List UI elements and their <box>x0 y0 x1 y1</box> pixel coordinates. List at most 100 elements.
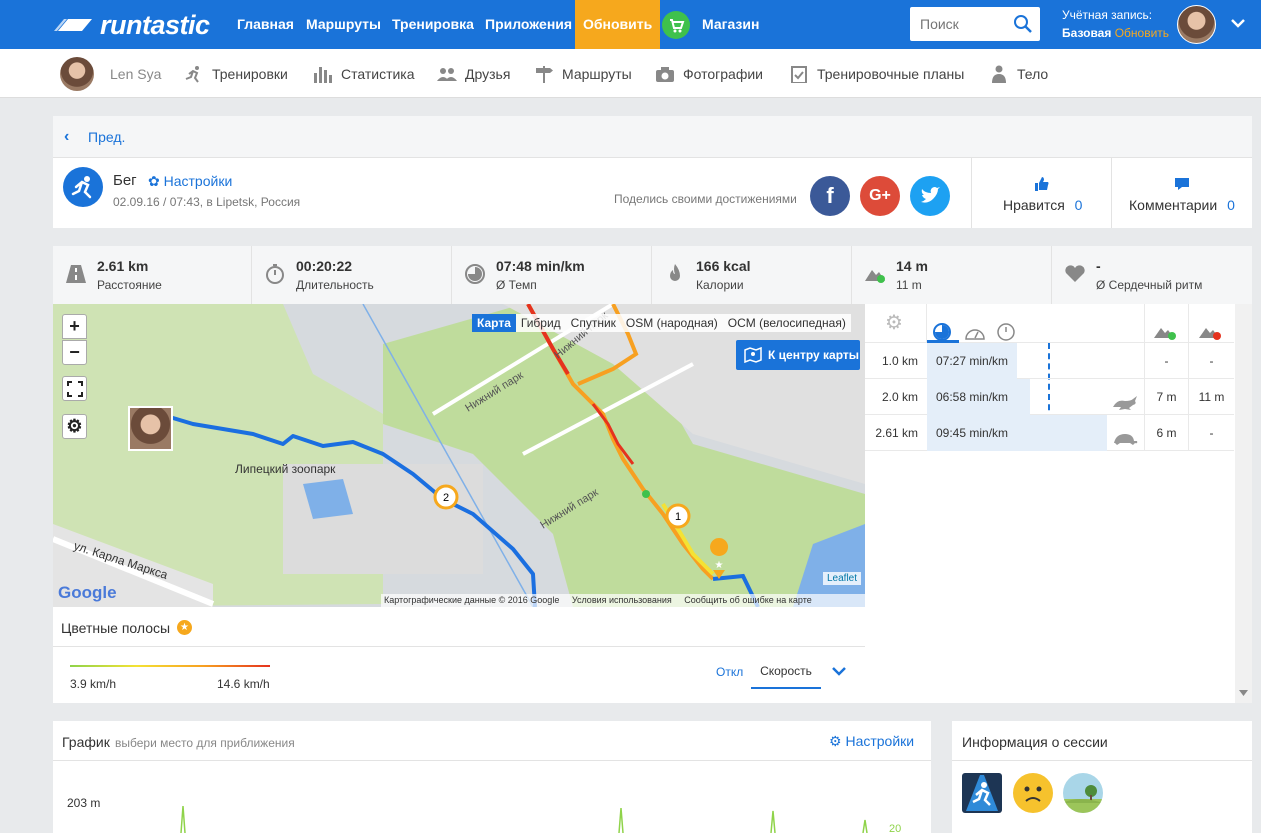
center-map-button[interactable]: К центру карты <box>736 340 860 370</box>
elevation-graph[interactable] <box>53 796 931 833</box>
profile-name[interactable]: Len Sya <box>110 49 161 98</box>
map-type-hybrid[interactable]: Гибрид <box>516 314 566 332</box>
map-type-satellite[interactable]: Спутник <box>566 314 621 332</box>
split-pace: 06:58 min/km <box>936 390 1009 404</box>
flame-icon <box>670 264 680 281</box>
subnav-friends[interactable]: Друзья <box>437 49 510 98</box>
friends-icon <box>437 67 457 81</box>
subnav-routes-label: Маршруты <box>562 65 632 82</box>
fullscreen-button[interactable] <box>62 376 87 401</box>
account-info[interactable]: Учётная запись: Базовая Обновить <box>1062 6 1169 42</box>
zoom-out-button[interactable]: − <box>62 340 87 365</box>
split-row[interactable]: 2.0 km 06:58 min/km 7 m 11 m <box>865 379 1234 415</box>
subnav-body[interactable]: Тело <box>989 49 1048 98</box>
subnav-plans[interactable]: Тренировочные планы <box>789 49 964 98</box>
facebook-share-icon[interactable]: f <box>810 176 850 216</box>
divider <box>1188 304 1189 343</box>
stat-value: 166 kcal <box>696 258 751 274</box>
split-pace: 09:45 min/km <box>936 426 1009 440</box>
nav-routes[interactable]: Маршруты <box>306 0 381 49</box>
twitter-share-icon[interactable] <box>910 176 950 216</box>
account-upgrade-link[interactable]: Обновить <box>1115 26 1169 40</box>
comments-button[interactable]: Комментарии 0 <box>1129 197 1235 213</box>
stat-value: 14 m <box>896 258 928 274</box>
split-descent: 11 m <box>1198 390 1225 404</box>
leaflet-link[interactable]: Leaflet <box>823 572 862 585</box>
scrollbar[interactable] <box>1235 304 1252 703</box>
gear-icon[interactable]: ⚙ <box>885 312 903 334</box>
map-type-osm[interactable]: OSM (народная) <box>621 314 723 332</box>
graph-settings-button[interactable]: ⚙ Настройки <box>829 733 914 750</box>
stat-label: 11 m <box>896 278 922 292</box>
subnav-photos[interactable]: Фотографии <box>655 49 763 98</box>
stat-label: Калории <box>696 278 744 292</box>
stat-pace: 07:48 min/km Ø Темп <box>452 246 652 304</box>
zoom-in-button[interactable]: + <box>62 314 87 339</box>
splits-table: ⚙ 1.0 km 07:27 min/km - - 2.0 km 06:58 min/km… <box>865 304 1252 703</box>
subnav-stats-label: Статистика <box>341 65 415 82</box>
terms-link[interactable]: Условия использования <box>572 595 672 605</box>
nav-apps[interactable]: Приложения <box>485 0 572 49</box>
user-avatar[interactable] <box>1177 5 1216 44</box>
map-type-ocm[interactable]: OCM (велосипедная) <box>723 314 851 332</box>
comments-count: 0 <box>1227 197 1235 213</box>
like-button[interactable]: Нравится 0 <box>1003 197 1082 213</box>
googleplus-share-icon[interactable]: G+ <box>860 176 900 216</box>
sub-nav-items: Len Sya Тренировки Статистика Друзья Мар… <box>0 49 1261 98</box>
split-row[interactable]: 1.0 km 07:27 min/km - - <box>865 343 1234 379</box>
bands-off-button[interactable]: Откл <box>716 665 743 679</box>
graph-right-label: 20 <box>889 823 902 833</box>
search-icon[interactable] <box>1013 14 1033 34</box>
split-ascent: 7 m <box>1156 390 1177 404</box>
map-marker-1-label: 1 <box>675 511 681 523</box>
back-bar[interactable]: ‹ Пред. <box>53 116 1252 158</box>
stat-value: - <box>1096 258 1101 274</box>
session-title: Информация о сессии <box>962 734 1108 750</box>
map-settings-button[interactable]: ⚙ <box>62 414 87 439</box>
cart-icon <box>662 11 690 39</box>
graph-panel: График выбери место для приближения ⚙ На… <box>53 721 931 833</box>
subnav-routes[interactable]: Маршруты <box>534 49 632 98</box>
report-link[interactable]: Сообщить об ошибке на карте <box>684 595 811 605</box>
runtastic-logo[interactable]: runtastic <box>54 10 210 40</box>
subnav-trainings[interactable]: Тренировки <box>184 49 288 98</box>
nav-shop[interactable]: Магазин <box>702 0 759 49</box>
divider <box>1111 158 1112 228</box>
road-icon <box>66 265 86 283</box>
nav-upgrade[interactable]: Обновить <box>575 0 661 49</box>
stats-bar: 2.61 km Расстояние 00:20:22 Длительность 0… <box>53 246 1252 304</box>
split-row[interactable]: 2.61 km 09:45 min/km 6 m - <box>865 415 1234 451</box>
graph-title: График <box>62 734 110 750</box>
fullscreen-icon <box>66 381 83 397</box>
stat-value: 07:48 min/km <box>496 258 585 274</box>
map-marker-1[interactable]: 1 <box>665 503 691 529</box>
chevron-down-icon[interactable] <box>1230 17 1246 29</box>
gear-icon: ✿ <box>148 173 160 189</box>
search-input[interactable] <box>910 7 1005 41</box>
like-count: 0 <box>1074 197 1083 213</box>
map-marker-2[interactable]: 2 <box>433 484 459 510</box>
stat-distance: 2.61 km Расстояние <box>53 246 252 304</box>
speed-gradient-bar <box>70 665 270 667</box>
bar-chart-icon <box>314 66 332 83</box>
runtastic-logo-icon <box>54 19 92 31</box>
scroll-down-icon[interactable] <box>1239 690 1248 697</box>
route-map[interactable]: 2 1 ★ Липецкий зоопарк Нижний парк Нижни… <box>53 304 865 607</box>
map-type-map[interactable]: Карта <box>472 314 516 332</box>
back-link[interactable]: Пред. <box>88 129 125 145</box>
bands-speed-tab[interactable]: Скорость <box>751 657 821 689</box>
color-bands-title: Цветные полосы <box>61 620 171 636</box>
map-marker-2-label: 2 <box>443 492 449 504</box>
subnav-stats[interactable]: Статистика <box>313 49 415 98</box>
subnav-photos-label: Фотографии <box>683 65 764 82</box>
stat-label: Расстояние <box>97 278 162 292</box>
nav-training[interactable]: Тренировка <box>392 0 474 49</box>
star-icon: ★ <box>177 620 192 635</box>
color-bands-panel: Цветные полосы ★ 3.9 km/h 14.6 km/h Откл… <box>53 607 865 703</box>
nav-home[interactable]: Главная <box>237 0 294 49</box>
divider <box>926 304 927 343</box>
photo-marker[interactable] <box>128 406 173 451</box>
chevron-down-icon[interactable] <box>831 665 847 677</box>
map-data-credit: Картографические данные © 2016 Google <box>384 595 560 605</box>
activity-settings[interactable]: ✿ Настройки <box>148 173 232 190</box>
